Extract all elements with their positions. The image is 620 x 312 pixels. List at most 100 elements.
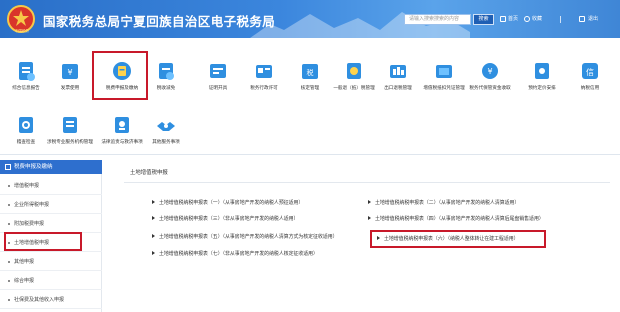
invoice-icon: ¥ [62, 64, 78, 79]
site-title: 国家税务总局宁夏回族自治区电子税务局 [43, 14, 276, 29]
sidebar-item-surcharge[interactable]: 附加税费申报 [0, 215, 102, 233]
link-form-5[interactable]: 土地增值税纳税申报表（五）（从事房地产开发的纳税人清算方式为核定征收适用） [152, 234, 338, 241]
sidebar-item-social-security[interactable]: 社保费及其他收入申报 [0, 291, 102, 309]
bullet-icon [8, 299, 10, 301]
tool-legal[interactable]: 法律追责与救济事项 [101, 96, 143, 148]
tool-other-services[interactable]: 其他服务事项 [146, 96, 186, 148]
sidebar-item-label: 增值税申报 [14, 183, 40, 189]
title-divider [124, 182, 610, 183]
triangle-icon [368, 216, 371, 220]
triangle-icon [368, 200, 371, 204]
vat-voucher-icon [436, 65, 452, 78]
sidebar-item-cit[interactable]: 企业所得税申报 [0, 196, 102, 214]
pricing-icon [535, 63, 549, 79]
tool-pricing[interactable]: 预约定价安排 [522, 42, 562, 94]
link-form-7[interactable]: 土地增值税纳税申报表（七）（非从事房地产开发的纳税人核定征收适用） [152, 251, 318, 258]
favorite-link[interactable]: 收藏 [532, 16, 542, 23]
sidebar-item-comprehensive[interactable]: 综合申报 [0, 272, 102, 290]
report-icon [19, 62, 35, 81]
page-title: 土地增值税申报 [130, 170, 168, 176]
bullet-icon [8, 261, 10, 263]
inspection-icon [19, 117, 33, 133]
tool-verify[interactable]: 税 核定管理 [290, 42, 330, 94]
license-icon [256, 65, 272, 78]
triangle-icon [152, 234, 155, 238]
home-link[interactable]: 首页 [508, 16, 518, 23]
home-icon[interactable] [500, 16, 506, 22]
sidebar-header: 税费申报及缴纳 [0, 160, 102, 174]
svg-text:税: 税 [307, 68, 314, 77]
link-form-2[interactable]: 土地增值税纳税申报表（二）（从事房地产开发的纳税人清算适用） [368, 200, 519, 207]
custody-fund-icon: ¥ [482, 63, 498, 79]
bullet-icon [8, 280, 10, 282]
sidebar-header-label: 税费申报及缴纳 [14, 164, 53, 170]
tool-license[interactable]: 税务行政许可 [244, 42, 284, 94]
tool-agency[interactable]: 涉税专业服务机构管理 [47, 96, 93, 148]
section-divider [0, 154, 620, 155]
svg-text:¥: ¥ [67, 68, 72, 77]
link-label: 土地增值税纳税申报表（二）（从事房地产开发的纳税人清算适用） [375, 200, 520, 206]
legal-icon [115, 117, 129, 133]
tool-export-refund[interactable]: 出口退税管理 [378, 42, 418, 94]
tool-refund[interactable]: 一般退（抵）税管理 [333, 42, 375, 94]
tool-label: 发票使用 [60, 86, 80, 91]
triangle-icon [152, 216, 155, 220]
tool-report[interactable]: 综合信息报告 [6, 42, 46, 94]
tool-credit[interactable]: 信 纳税信用 [570, 42, 610, 94]
handshake-icon [157, 122, 175, 131]
search-button[interactable]: 搜索 [473, 14, 494, 25]
app-window: 中国税务 国家税务总局宁夏回族自治区电子税务局 请输入搜索搜索的内容 搜索 首页… [0, 0, 620, 312]
link-label: 土地增值税纳税申报表（七）（非从事房地产开发的纳税人核定征收适用） [159, 251, 318, 257]
sidebar-item-label: 企业所得税申报 [14, 202, 50, 208]
tool-label: 预约定价安排 [528, 86, 556, 91]
tool-label: 涉税专业服务机构管理 [47, 140, 93, 145]
credit-icon: 信 [582, 63, 598, 79]
link-form-3[interactable]: 土地增值税纳税申报表（三）（非从事房地产开发的纳税人适用） [152, 216, 298, 223]
exit-link[interactable]: 退出 [588, 16, 598, 23]
sidebar-item-label: 其他申报 [14, 259, 35, 265]
svg-text:¥: ¥ [487, 67, 492, 76]
bullet-icon [8, 223, 10, 225]
export-refund-icon [390, 65, 406, 78]
tool-tax-relief[interactable]: 税收减免 [146, 42, 186, 94]
link-label: 土地增值税纳税申报表（三）（非从事房地产开发的纳税人适用） [159, 216, 299, 222]
highlight-box [370, 230, 546, 248]
svg-text:信: 信 [586, 67, 594, 77]
header-separator [560, 16, 561, 23]
exit-icon[interactable] [579, 16, 585, 22]
top-header: 中国税务 国家税务总局宁夏回族自治区电子税务局 请输入搜索搜索的内容 搜索 首页… [0, 0, 620, 38]
sidebar: 税费申报及缴纳 增值税申报 企业所得税申报 附加税费申报 土地增值税申报 其他申… [0, 160, 102, 312]
certificate-icon [210, 64, 226, 78]
service-grid: 综合信息报告 ¥ 发票使用 税费申报及缴纳 税收减免 证明开具 税务行政许可 税… [0, 38, 620, 154]
search-input[interactable]: 请输入搜索搜索的内容 [404, 14, 471, 25]
link-label: 土地增值税纳税申报表（四）（从事房地产开发的纳税人清算后尾盘销售适用） [375, 216, 544, 222]
menu-icon [5, 164, 11, 170]
link-form-4[interactable]: 土地增值税纳税申报表（四）（从事房地产开发的纳税人清算后尾盘销售适用） [368, 216, 544, 223]
tool-vat-voucher[interactable]: 增值税抵扣凭证管理 [423, 42, 465, 94]
tax-relief-icon [159, 63, 174, 80]
highlight-box [4, 232, 82, 251]
bullet-icon [8, 185, 10, 187]
tool-label: 增值税抵扣凭证管理 [423, 86, 465, 91]
sidebar-item-label: 社保费及其他收入申报 [14, 297, 65, 303]
highlight-box [92, 51, 148, 100]
bullet-icon [8, 204, 10, 206]
tool-label: 税务行政许可 [250, 86, 278, 91]
main-panel: 土地增值税申报 土地增值税纳税申报表（一）（从事房地产开发的纳税人预征适用） 土… [124, 160, 614, 312]
sidebar-item-other[interactable]: 其他申报 [0, 253, 102, 271]
tool-invoice[interactable]: ¥ 发票使用 [50, 42, 90, 94]
refund-icon [347, 63, 361, 79]
triangle-icon [152, 251, 155, 255]
tool-label: 出口退税管理 [384, 86, 412, 91]
tool-certificate[interactable]: 证明开具 [198, 42, 238, 94]
link-label: 土地增值税纳税申报表（一）（从事房地产开发的纳税人预征适用） [159, 200, 304, 206]
link-form-1[interactable]: 土地增值税纳税申报表（一）（从事房地产开发的纳税人预征适用） [152, 200, 303, 207]
tool-custody-fund[interactable]: ¥ 税务代保管资金收取 [469, 42, 511, 94]
sidebar-item-label: 附加税费申报 [14, 221, 45, 227]
sidebar-item-vat[interactable]: 增值税申报 [0, 177, 102, 195]
tool-inspection[interactable]: 稽查检查 [6, 96, 46, 148]
agency-icon [63, 117, 77, 133]
sidebar-item-label: 综合申报 [14, 278, 35, 284]
link-label: 土地增值税纳税申报表（五）（从事房地产开发的纳税人清算方式为核定征收适用） [159, 234, 338, 240]
star-icon[interactable] [524, 16, 530, 22]
